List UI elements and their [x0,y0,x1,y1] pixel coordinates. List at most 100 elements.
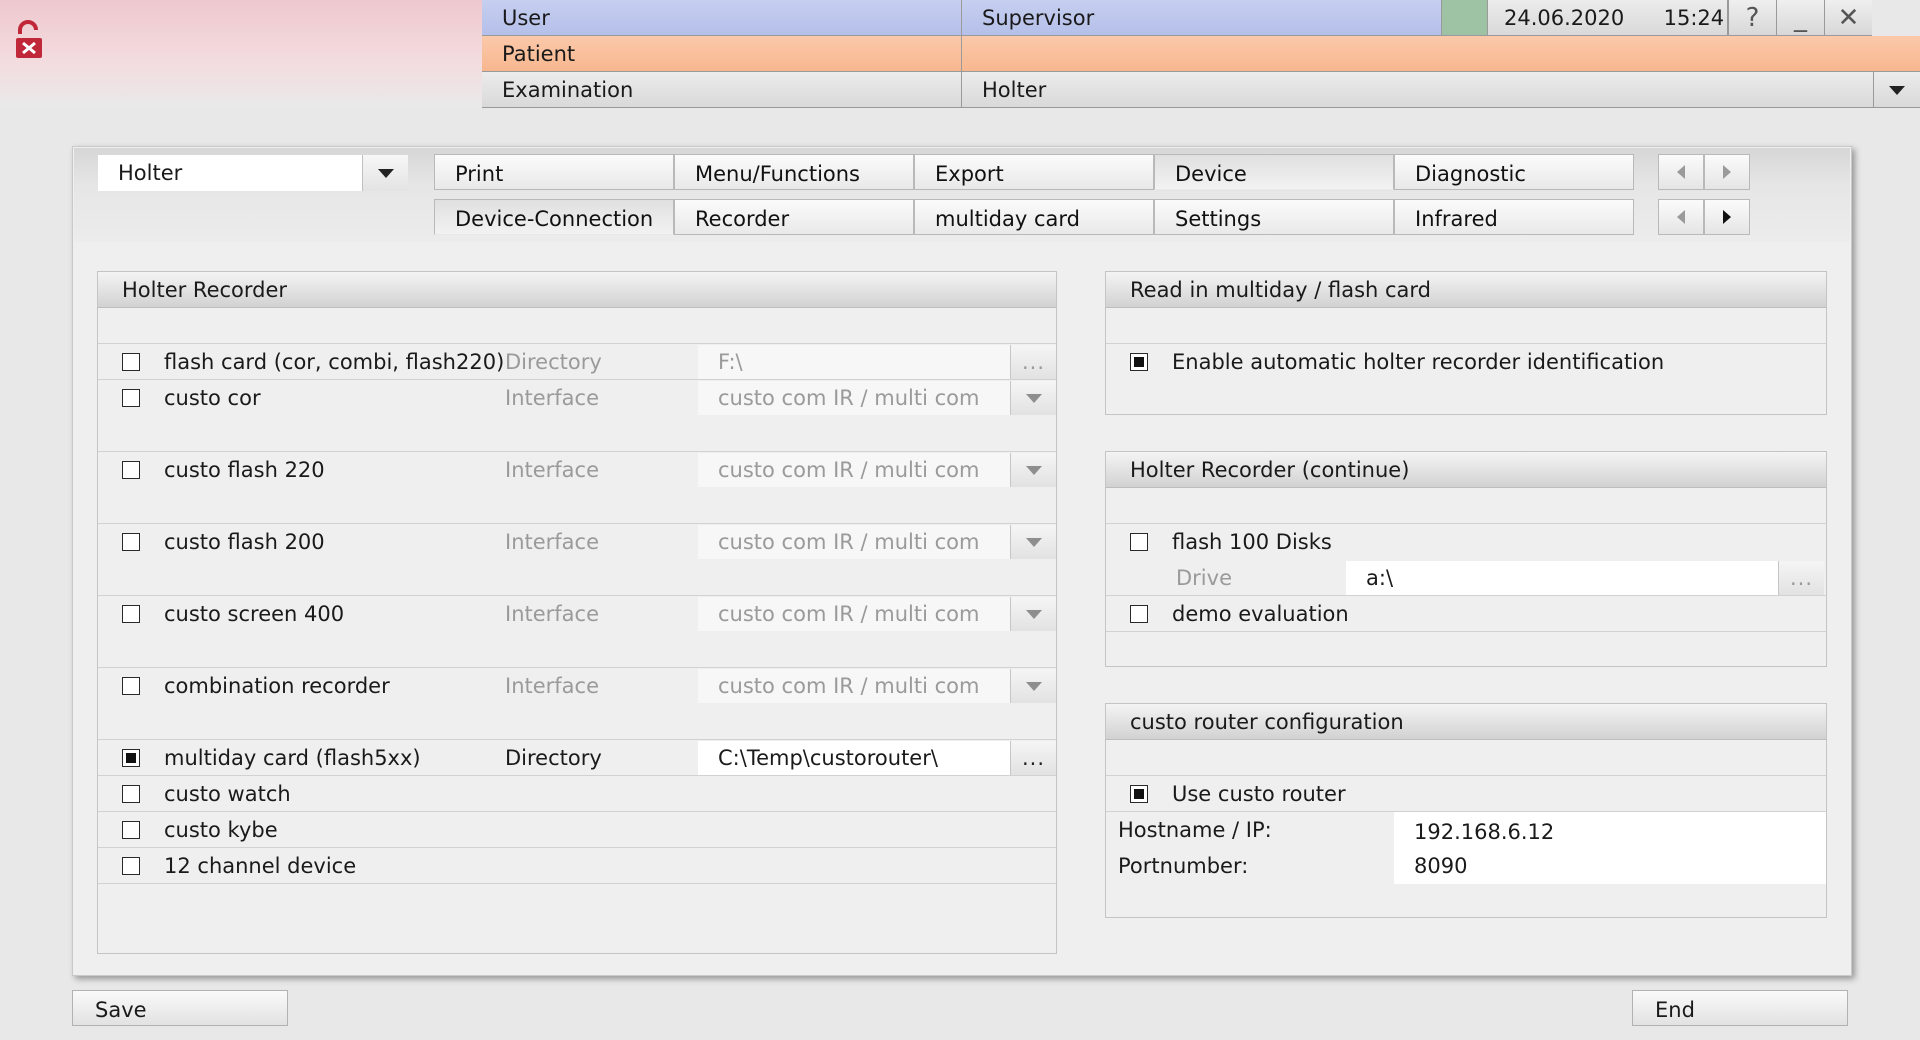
use-router-row: Use custo router [1106,776,1826,812]
drive-field[interactable]: a:\ [1346,561,1778,595]
browse-button-multiday-card[interactable]: ... [1010,741,1056,775]
examination-label: Examination [482,72,962,108]
tab-print[interactable]: Print [434,154,674,190]
interface-select-custo-flash-220[interactable]: custo com IR / multi com [698,453,1010,487]
device-label: multiday card (flash5xx) [164,746,421,770]
field-label: Interface [505,458,600,482]
field-label: Directory [505,746,602,770]
interface-dropdown-custo-screen-400[interactable] [1010,597,1056,631]
user-label: User [482,0,962,36]
patient-value[interactable] [962,36,1920,72]
device-label: 12 channel device [164,854,357,878]
drive-label: Drive [1176,566,1232,590]
checkbox-demo-evaluation[interactable] [1130,605,1148,623]
spacer-row [1106,740,1826,776]
help-button[interactable]: ? [1728,0,1776,36]
device-row-flash-card: flash card (cor, combi, flash220) Direct… [98,344,1056,380]
use-router-label: Use custo router [1172,782,1346,806]
minimize-button[interactable]: _ [1776,0,1824,36]
demo-row: demo evaluation [1106,596,1826,632]
field-label: Directory [505,350,602,374]
checkbox-12-channel[interactable] [122,857,140,875]
examination-dropdown-button[interactable] [1874,72,1920,108]
device-label: custo flash 200 [164,530,325,554]
interface-dropdown-custo-flash-200[interactable] [1010,525,1056,559]
tabs-row1-prev-button[interactable] [1658,154,1704,190]
holter-recorder-group: Holter Recorder flash card (cor, combi, … [97,271,1057,954]
field-label: Interface [505,386,600,410]
device-label: custo cor [164,386,261,410]
device-row-custo-flash-200: custo flash 200 Interface custo com IR /… [98,524,1056,596]
time-text: 15:24 [1663,6,1725,30]
interface-dropdown-custo-flash-220[interactable] [1010,453,1056,487]
auto-id-row: Enable automatic holter recorder identif… [1106,344,1826,380]
tab-diagnostic[interactable]: Diagnostic [1394,154,1634,190]
header-logo-area [0,0,482,108]
checkbox-use-router[interactable] [1130,785,1148,803]
interface-select-combination-recorder[interactable]: custo com IR / multi com [698,669,1010,703]
tab-menu-functions[interactable]: Menu/Functions [674,154,914,190]
examination-value[interactable]: Holter [962,72,1874,108]
checkbox-custo-screen-400[interactable] [122,605,140,623]
tab-settings[interactable]: Settings [1154,199,1394,235]
holter-continue-group: Holter Recorder (continue) flash 100 Dis… [1105,451,1827,667]
device-label: combination recorder [164,674,390,698]
interface-dropdown-combination-recorder[interactable] [1010,669,1056,703]
unlock-x-icon[interactable] [14,20,48,60]
field-label: Interface [505,602,600,626]
port-input[interactable]: 8090 [1394,848,1826,884]
hostname-row: Hostname / IP: 192.168.6.12 [1106,812,1826,848]
checkbox-auto-identification[interactable] [1130,353,1148,371]
directory-field-multiday-card[interactable]: C:\Temp\custorouter\ [698,741,1010,775]
chevron-down-icon [1025,538,1042,547]
auto-id-label: Enable automatic holter recorder identif… [1172,350,1665,374]
arrow-left-icon [1677,210,1685,224]
port-row: Portnumber: 8090 [1106,848,1826,884]
interface-dropdown-custo-cor[interactable] [1010,381,1056,415]
tabs-row2-next-button[interactable] [1704,199,1750,235]
tabs-row1-next-button[interactable] [1704,154,1750,190]
drive-browse-button[interactable]: ... [1778,561,1824,595]
checkbox-multiday-card[interactable] [122,749,140,767]
checkbox-custo-watch[interactable] [122,785,140,803]
tabs-row2-prev-button[interactable] [1658,199,1704,235]
field-label: Interface [505,674,600,698]
interface-select-custo-screen-400[interactable]: custo com IR / multi com [698,597,1010,631]
port-label: Portnumber: [1118,854,1249,878]
close-button[interactable]: ✕ [1824,0,1872,36]
group-title: custo router configuration [1106,704,1826,740]
interface-select-custo-cor[interactable]: custo com IR / multi com [698,381,1010,415]
browse-button-flash-card[interactable]: ... [1010,345,1056,379]
spacer-row [98,308,1056,344]
hostname-input[interactable]: 192.168.6.12 [1394,812,1826,848]
directory-field-flash-card[interactable]: F:\ [698,345,1010,379]
checkbox-custo-kybe[interactable] [122,821,140,839]
group-title: Holter Recorder (continue) [1106,452,1826,488]
device-row-combination-recorder: combination recorder Interface custo com… [98,668,1056,740]
tab-infrared[interactable]: Infrared [1394,199,1634,235]
end-button[interactable]: End [1632,990,1848,1026]
module-select-arrow[interactable] [362,155,408,191]
tab-multiday-card[interactable]: multiday card [914,199,1154,235]
checkbox-custo-flash-200[interactable] [122,533,140,551]
spacer-row [1106,488,1826,524]
device-row-custo-kybe: custo kybe [98,812,1056,848]
user-value[interactable]: Supervisor [962,0,1442,36]
interface-select-custo-flash-200[interactable]: custo com IR / multi com [698,525,1010,559]
checkbox-flash-card[interactable] [122,353,140,371]
checkbox-flash100[interactable] [1130,533,1148,551]
tab-device-connection[interactable]: Device-Connection [434,199,674,235]
hostname-label: Hostname / IP: [1118,818,1272,842]
device-row-12-channel: 12 channel device [98,848,1056,884]
tab-recorder[interactable]: Recorder [674,199,914,235]
module-select[interactable]: Holter [98,155,408,191]
device-label: custo flash 220 [164,458,325,482]
tab-device[interactable]: Device [1154,154,1394,190]
device-row-custo-flash-220: custo flash 220 Interface custo com IR /… [98,452,1056,524]
save-button[interactable]: Save [72,990,288,1026]
checkbox-custo-cor[interactable] [122,389,140,407]
checkbox-combination-recorder[interactable] [122,677,140,695]
checkbox-custo-flash-220[interactable] [122,461,140,479]
chevron-down-icon [1025,682,1042,691]
tab-export[interactable]: Export [914,154,1154,190]
